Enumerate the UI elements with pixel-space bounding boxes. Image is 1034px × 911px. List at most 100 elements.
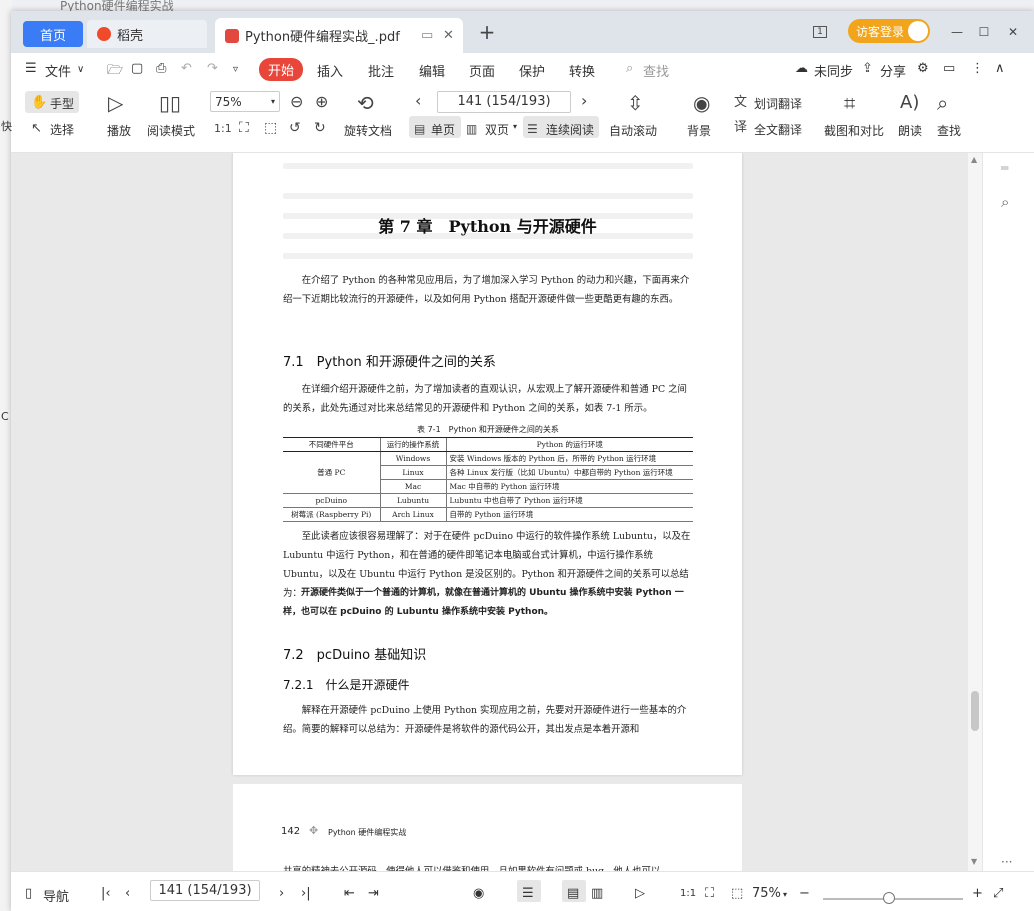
collapse-ribbon-icon[interactable]: ∧: [995, 61, 1005, 76]
rotate-left-icon[interactable]: ↺: [289, 120, 301, 136]
play-status-icon[interactable]: ▷: [635, 886, 645, 901]
fullscreen-icon[interactable]: ⤢: [993, 886, 1003, 901]
fit-page-status-icon[interactable]: ⛶: [705, 886, 714, 901]
fit-page-icon[interactable]: ⛶: [239, 120, 249, 136]
hamburger-icon[interactable]: ☰: [25, 61, 37, 76]
find-icon[interactable]: ⌕: [937, 93, 948, 113]
eye-status-icon[interactable]: ◉: [473, 886, 484, 901]
rotate-right-icon[interactable]: ↻: [314, 120, 326, 136]
nav-panel-icon[interactable]: ▯: [25, 886, 32, 901]
layout-icon[interactable]: 1: [808, 19, 832, 45]
word-translate-label[interactable]: 划词翻译: [754, 95, 802, 112]
guest-login-button[interactable]: 访客登录: [848, 19, 930, 43]
minimize-icon[interactable]: —: [945, 19, 969, 45]
tab-float-icon[interactable]: ▭: [421, 28, 433, 43]
undo-icon[interactable]: ↶: [181, 61, 192, 76]
chevron-down-icon[interactable]: ∨: [77, 64, 84, 75]
book-icon[interactable]: ▯▯: [159, 93, 181, 113]
first-page-icon[interactable]: |‹: [101, 886, 111, 901]
nav-label[interactable]: 导航: [43, 886, 69, 905]
tab-docer[interactable]: 稻壳: [87, 20, 207, 48]
read-aloud-icon[interactable]: A): [900, 93, 919, 113]
search-icon[interactable]: ⌕: [626, 61, 633, 76]
print-icon[interactable]: ⎙: [156, 61, 166, 76]
rotate-doc-label[interactable]: 旋转文档: [344, 122, 392, 139]
read-mode-label[interactable]: 阅读模式: [147, 122, 195, 139]
menu-annotate[interactable]: 批注: [368, 61, 394, 80]
document-viewport[interactable]: 第 7 章 Python 与开源硬件 在介绍了 Python 的各种常见应用后，…: [11, 153, 968, 871]
vertical-scrollbar[interactable]: ▲ ▼: [968, 153, 982, 871]
cursor-icon[interactable]: ↖: [31, 121, 42, 137]
redo-icon[interactable]: ↷: [207, 61, 218, 76]
zoom-out-status-icon[interactable]: −: [799, 886, 810, 901]
zoom-in-status-icon[interactable]: +: [972, 886, 983, 901]
auto-scroll-label[interactable]: 自动滚动: [609, 122, 657, 139]
maximize-icon[interactable]: ☐: [972, 19, 996, 45]
window-close-icon[interactable]: ✕: [1001, 19, 1025, 45]
play-icon[interactable]: ▷: [108, 93, 123, 113]
panel-lines-icon[interactable]: ═: [1001, 161, 1008, 175]
tab-home[interactable]: 首页: [23, 21, 83, 47]
last-page-icon[interactable]: ›|: [301, 886, 311, 901]
save-icon[interactable]: ▢: [131, 61, 143, 76]
comment-icon[interactable]: ▭: [943, 61, 955, 76]
double-page-label[interactable]: 双页: [485, 121, 509, 138]
menu-page[interactable]: 页面: [469, 61, 495, 80]
next-page-status-icon[interactable]: ›: [279, 886, 284, 901]
fit-width-icon[interactable]: ⬚: [264, 120, 277, 136]
menu-edit[interactable]: 编辑: [419, 61, 445, 80]
rotate-doc-icon[interactable]: ⟲: [357, 93, 374, 113]
prev-page-icon[interactable]: ‹: [415, 93, 421, 109]
menu-file[interactable]: 文件: [45, 61, 71, 80]
zoom-select[interactable]: 75% ▾: [210, 91, 280, 112]
auto-scroll-icon[interactable]: ⇳: [627, 93, 644, 113]
more-icon[interactable]: ▿: [233, 64, 238, 75]
actual-size-icon[interactable]: 1:1: [214, 121, 232, 137]
page-number-input[interactable]: 141 (154/193): [437, 91, 571, 113]
full-translate-label[interactable]: 全文翻译: [754, 121, 802, 138]
double-page-status-icon[interactable]: ▥: [591, 886, 603, 901]
translate-search-icon[interactable]: ⌕: [1001, 193, 1009, 211]
tab-close-icon[interactable]: ✕: [443, 28, 454, 43]
cloud-icon[interactable]: ☁: [795, 61, 808, 76]
scrollbar-thumb[interactable]: [971, 691, 979, 731]
menu-protect[interactable]: 保护: [519, 61, 545, 80]
status-page-input[interactable]: 141 (154/193): [150, 880, 260, 901]
scroll-up-icon[interactable]: ▲: [971, 155, 977, 164]
gear-icon[interactable]: ⚙: [917, 61, 929, 76]
menu-unsync[interactable]: 未同步: [814, 61, 853, 80]
background-label[interactable]: 背景: [687, 122, 711, 139]
screenshot-compare-label[interactable]: 截图和对比: [824, 122, 884, 139]
prev-page-status-icon[interactable]: ‹: [125, 886, 130, 901]
menu-start[interactable]: 开始: [259, 58, 304, 81]
fit-width-status-icon[interactable]: ⬚: [731, 886, 743, 901]
menu-share[interactable]: 分享: [880, 61, 906, 80]
read-aloud-label[interactable]: 朗读: [898, 122, 922, 139]
new-tab-button[interactable]: +: [475, 19, 499, 45]
select-tool-label[interactable]: 选择: [50, 121, 74, 138]
zoom-status-dropdown-icon[interactable]: ▾: [783, 890, 787, 899]
eye-icon[interactable]: ◉: [693, 93, 710, 113]
menu-insert[interactable]: 插入: [317, 61, 343, 80]
forward-icon[interactable]: ⇥: [368, 886, 379, 901]
menu-convert[interactable]: 转换: [569, 61, 595, 80]
status-zoom-value[interactable]: 75%: [752, 886, 781, 901]
zoom-in-icon[interactable]: ⊕: [315, 94, 328, 110]
next-page-icon[interactable]: ›: [581, 93, 587, 109]
menu-search[interactable]: 查找: [643, 61, 669, 80]
kebab-icon[interactable]: ⋮: [971, 61, 984, 76]
full-translate-icon[interactable]: 译: [734, 120, 747, 136]
screenshot-icon[interactable]: ⌗: [844, 93, 855, 113]
zoom-slider-knob[interactable]: [882, 892, 895, 904]
double-page-icon[interactable]: ▥: [466, 121, 477, 137]
back-icon[interactable]: ⇤: [344, 886, 355, 901]
scroll-down-icon[interactable]: ▼: [971, 857, 977, 866]
word-translate-icon[interactable]: 文: [734, 95, 747, 111]
share-icon[interactable]: ⇪: [862, 61, 873, 76]
play-label[interactable]: 播放: [107, 122, 131, 139]
actual-size-status-icon[interactable]: 1:1: [680, 888, 696, 899]
open-icon[interactable]: 🗁: [107, 61, 123, 83]
find-label[interactable]: 查找: [937, 122, 961, 139]
tab-pdf[interactable]: Python硬件编程实战_.pdf ▭ ✕: [215, 18, 463, 53]
more-dots-icon[interactable]: ···: [1001, 855, 1012, 869]
